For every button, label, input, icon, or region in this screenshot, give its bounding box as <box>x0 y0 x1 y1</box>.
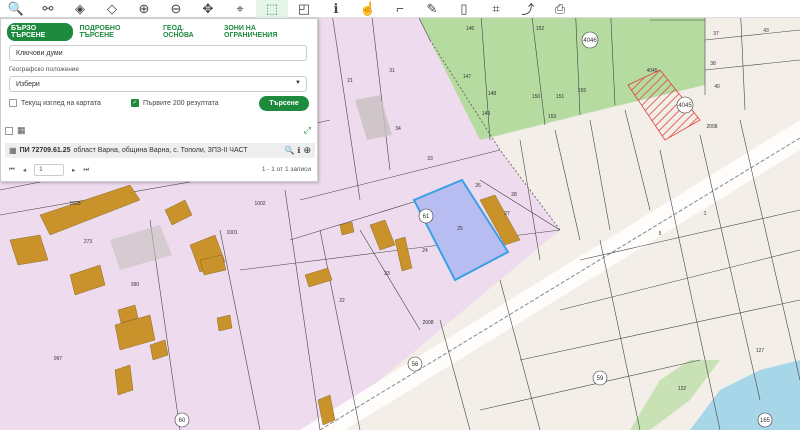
circle-label-165: 165 <box>760 418 771 424</box>
parcel-label: 33 <box>427 156 433 162</box>
zoom-out-icon[interactable]: ⊖ <box>160 0 192 18</box>
print-icon[interactable]: ⎙ <box>544 0 576 18</box>
circle-label-56: 56 <box>412 362 419 368</box>
search-button[interactable]: Търсене <box>259 96 309 111</box>
circle-label-4046: 4046 <box>583 38 597 44</box>
select-area-icon[interactable]: ⬚ <box>256 0 288 18</box>
identify-icon[interactable]: ☝ <box>352 0 384 18</box>
parcel-label: 1023 <box>69 201 80 207</box>
geo-position-select[interactable]: Избери ▼ <box>9 76 307 92</box>
parcel-label: 2008 <box>422 320 433 326</box>
parcel-label: 28 <box>511 192 517 198</box>
parcel-label: 5 <box>659 231 662 237</box>
parcel-label: 38 <box>710 61 716 67</box>
parcel-label: 155 <box>578 88 587 94</box>
parcel-label: 127 <box>756 348 765 354</box>
page-select[interactable]: 1 <box>34 164 65 176</box>
parcel-label: 43 <box>763 28 769 34</box>
geo-position-value: Избери <box>16 81 40 88</box>
circle-label-60: 60 <box>179 418 186 424</box>
circle-label-61: 61 <box>423 214 430 220</box>
parcel-label: 990 <box>131 282 140 288</box>
search-panel: БЪРЗО ТЪРСЕНЕ ПОДРОБНО ТЪРСЕНЕ ГЕОД. ОСН… <box>0 18 318 182</box>
parcel-label: 122 <box>678 386 687 392</box>
parcel-label: 147 <box>463 74 472 80</box>
first-page-icon[interactable]: ⏮ <box>9 166 15 174</box>
grid-icon: ▦ <box>9 146 17 155</box>
parcel-label: 27 <box>504 211 510 217</box>
grid-icon[interactable]: ▦ <box>17 125 26 136</box>
parcel-label: 1001 <box>226 230 237 236</box>
coordinates-icon[interactable]: ⌗ <box>480 0 512 18</box>
first-200-checkbox[interactable]: ✓ Първите 200 резултата <box>131 99 219 107</box>
prev-page-icon[interactable]: ◂ <box>23 166 26 174</box>
map-toolbar: 🔍 ⚯ ◈ ◇ ⊕ ⊖ ✥ ⌖ ⬚ ◰ ℹ ☝ ⌐ ✎ ▯ ⌗ ⤴ ⎙ <box>0 0 800 18</box>
zoom-to-icon[interactable]: 🔍 <box>284 146 294 155</box>
select-rect-icon[interactable]: ◰ <box>288 0 320 18</box>
tab-quick-search[interactable]: БЪРЗО ТЪРСЕНЕ <box>7 23 74 41</box>
current-view-checkbox[interactable]: Текущ изглед на картата <box>9 99 101 107</box>
circle-label-59: 59 <box>597 376 604 382</box>
parcel-label: 40 <box>714 84 720 90</box>
result-title: ПИ 72709.61.25 <box>19 147 71 154</box>
layers-stack-icon[interactable]: ◇ <box>96 0 128 18</box>
parcel-label: 1 <box>704 211 707 217</box>
parcel-label: 24 <box>422 248 428 254</box>
parcel-label: 151 <box>556 94 565 100</box>
parcel-label: 23 <box>384 271 390 277</box>
select-all-checkbox[interactable] <box>5 127 13 135</box>
parcel-label: 152 <box>536 26 545 32</box>
parcel-label: 4045 <box>646 68 657 74</box>
draw-icon[interactable]: ✎ <box>416 0 448 18</box>
tab-detailed-search[interactable]: ПОДРОБНО ТЪРСЕНЕ <box>75 23 156 41</box>
info-icon[interactable]: ℹ <box>297 146 300 155</box>
parcel-label: 2008 <box>706 124 717 130</box>
parcel-label: 149 <box>482 111 491 117</box>
current-view-label: Текущ изглед на картата <box>21 99 101 107</box>
next-page-icon[interactable]: ▸ <box>72 166 75 174</box>
geo-position-label: Географско положение <box>9 66 80 73</box>
first-200-label: Първите 200 резултата <box>143 99 219 107</box>
parcel-label: 34 <box>395 126 401 132</box>
tab-geodetic-base[interactable]: ГЕОД. ОСНОВА <box>159 23 218 41</box>
pagination: ⏮ ◂ 1 ▸ ⏭ <box>9 164 89 176</box>
layers-icon[interactable]: ◈ <box>64 0 96 18</box>
checkbox-box <box>9 99 17 107</box>
search-tabs: БЪРЗО ТЪРСЕНЕ ПОДРОБНО ТЪРСЕНЕ ГЕОД. ОСН… <box>1 19 317 41</box>
tab-restriction-zones[interactable]: ЗОНИ НА ОГРАНИЧЕНИЯ <box>220 23 311 41</box>
parcel-label: 148 <box>488 91 497 97</box>
parcel-label: 1002 <box>254 201 265 207</box>
parcel-label: 25 <box>457 226 463 232</box>
share-icon[interactable]: ⤴ <box>512 0 544 18</box>
parcel-label: 37 <box>713 31 719 37</box>
parcel-label: 273 <box>84 239 93 245</box>
result-row[interactable]: ▦ ПИ 72709.61.25 област Варна, община Ва… <box>5 143 315 158</box>
add-icon[interactable]: ⊕ <box>303 145 311 156</box>
parcel-label: 146 <box>466 26 475 32</box>
keywords-input[interactable]: Ключови думи <box>9 45 307 61</box>
zoom-in-icon[interactable]: ⊕ <box>128 0 160 18</box>
corner-icon[interactable]: ⌐ <box>384 0 416 18</box>
map-icon[interactable]: ▯ <box>448 0 480 18</box>
pan-icon[interactable]: ✥ <box>192 0 224 18</box>
location-pin-icon[interactable]: ⌖ <box>224 0 256 18</box>
chevron-down-icon: ▼ <box>295 80 301 86</box>
parcel-label: 22 <box>339 298 345 304</box>
parcel-label: 21 <box>347 78 353 84</box>
result-description: област Варна, община Варна, с. Тополи, З… <box>73 147 248 154</box>
checkmark-icon: ✓ <box>131 99 139 107</box>
parcel-label: 31 <box>389 68 395 74</box>
parcel-label: 26 <box>475 183 481 189</box>
search-icon[interactable]: 🔍 <box>0 0 32 18</box>
circle-label-4045: 4045 <box>678 103 692 109</box>
parcel-label: 150 <box>532 94 541 100</box>
records-info: 1 - 1 от 1 записи <box>261 166 311 173</box>
measure-icon[interactable]: ⚯ <box>32 0 64 18</box>
parcel-label: 997 <box>54 356 63 362</box>
last-page-icon[interactable]: ⏭ <box>83 166 89 174</box>
info-icon[interactable]: ℹ <box>320 0 352 18</box>
parcel-label: 153 <box>548 114 557 120</box>
expand-icon[interactable]: ⤢ <box>304 125 311 136</box>
